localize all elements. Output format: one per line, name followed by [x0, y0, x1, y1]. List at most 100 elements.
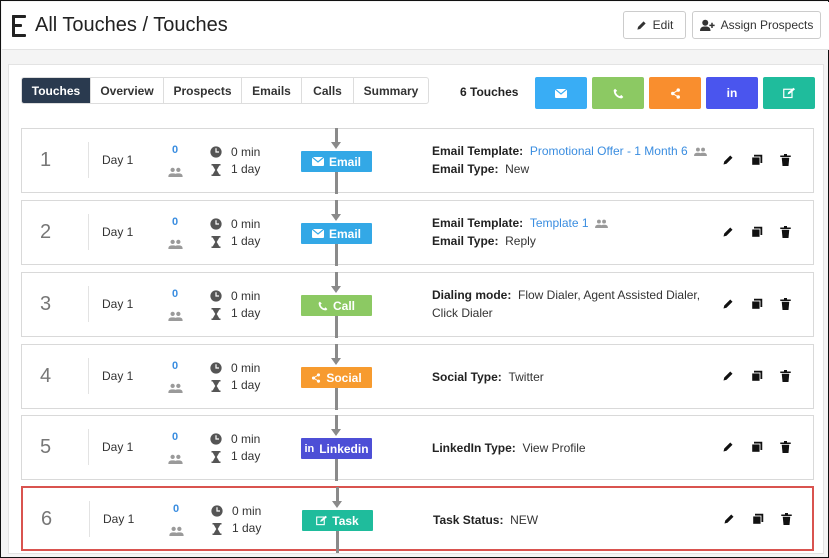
copy-icon: [751, 226, 763, 238]
touch-type-badge: Task: [302, 510, 373, 531]
add-call-touch-button[interactable]: [592, 77, 644, 109]
tab-summary[interactable]: Summary: [354, 78, 428, 103]
badge-label: Email: [328, 154, 361, 169]
touch-detail-line2: Email Type: New: [432, 162, 529, 176]
edit-button[interactable]: Edit: [623, 11, 686, 39]
touch-duration: 1 day: [232, 521, 262, 535]
clock-icon-wrap: [210, 289, 222, 307]
assign-prospects-button[interactable]: Assign Prospects: [692, 11, 821, 39]
edit-icon: [783, 87, 795, 99]
copy-touch-button[interactable]: [751, 225, 763, 243]
delete-touch-button[interactable]: [780, 440, 791, 458]
tab-emails[interactable]: Emails: [242, 78, 302, 103]
pencil-icon: [723, 155, 733, 165]
delete-touch-button[interactable]: [780, 369, 791, 387]
divider: [88, 358, 89, 394]
prospect-count[interactable]: 0: [172, 288, 178, 300]
delete-touch-button[interactable]: [780, 225, 791, 243]
edit-touch-button[interactable]: [722, 153, 734, 171]
touch-minutes: 0 min: [231, 289, 261, 303]
edit-touch-button[interactable]: [722, 225, 734, 243]
hourglass-icon-wrap: [212, 522, 222, 540]
prospects-icon-wrap: [169, 523, 184, 541]
clock-icon-wrap: [210, 217, 222, 235]
prospects-icon-wrap: [168, 451, 183, 469]
touch-row[interactable]: 4 Day 1 0 0 min 1 day Social Social Type: Twit…: [21, 344, 814, 410]
assign-button-label: Assign Prospects: [720, 18, 814, 32]
people-icon: [169, 526, 184, 536]
hourglass-icon-wrap: [211, 163, 221, 181]
tab-touches[interactable]: Touches: [22, 78, 91, 103]
detail-value[interactable]: Promotional Offer - 1 Month 6: [530, 144, 688, 158]
prospect-count[interactable]: 0: [172, 431, 178, 443]
trash-icon: [780, 226, 791, 238]
hourglass-icon: [211, 380, 221, 392]
flow-connector: [335, 172, 338, 194]
prospect-count[interactable]: 0: [173, 503, 179, 515]
touch-row[interactable]: 5 Day 1 0 0 min 1 day in Linkedin LinkedIn Type…: [21, 415, 814, 481]
clock-icon-wrap: [210, 432, 222, 450]
prospect-count[interactable]: 0: [172, 360, 178, 372]
touch-number: 4: [40, 365, 52, 387]
copy-touch-button[interactable]: [751, 369, 763, 387]
prospect-count[interactable]: 0: [172, 144, 178, 156]
add-task-touch-button[interactable]: [763, 77, 815, 109]
detail-value[interactable]: Template 1: [530, 216, 589, 230]
copy-touch-button[interactable]: [751, 297, 763, 315]
envelope-icon: [311, 229, 324, 238]
touch-row[interactable]: 1 Day 1 0 0 min 1 day Email Email Template: Pr…: [21, 128, 814, 194]
detail-value: View Profile: [522, 441, 586, 455]
divider: [88, 286, 89, 322]
tab-prospects[interactable]: Prospects: [164, 78, 242, 103]
touch-count: 6 Touches: [460, 85, 519, 99]
touch-type-badge: Social: [301, 367, 372, 388]
flow-arrow-icon: [331, 214, 341, 221]
badge-label: Email: [328, 226, 361, 241]
touch-number: 6: [41, 508, 53, 530]
prospect-count[interactable]: 0: [172, 216, 178, 228]
page-title: All Touches / Touches: [35, 14, 228, 36]
flow-connector: [335, 459, 338, 481]
edit-touch-button[interactable]: [723, 512, 735, 530]
touch-number: 5: [40, 436, 52, 458]
people-icon: [168, 383, 183, 393]
edit-touch-button[interactable]: [722, 369, 734, 387]
pencil-icon: [637, 20, 646, 30]
menu-logo-icon[interactable]: [12, 15, 26, 37]
edit-icon: [316, 515, 328, 526]
add-linkedin-touch-button[interactable]: in: [706, 77, 758, 109]
pencil-icon: [724, 514, 734, 524]
touch-row[interactable]: 2 Day 1 0 0 min 1 day Email Email Template: Te…: [21, 200, 814, 266]
touch-detail-line1: Task Status: NEW: [433, 513, 538, 527]
tab-overview[interactable]: Overview: [91, 78, 164, 103]
clock-icon: [210, 146, 222, 158]
touch-type-badge: Call: [301, 295, 372, 316]
delete-touch-button[interactable]: [781, 512, 792, 530]
flow-connector: [336, 531, 339, 553]
detail-label: Dialing mode:: [432, 288, 512, 302]
badge-label: Call: [332, 298, 355, 313]
touch-detail-line2: Click Dialer: [432, 306, 493, 320]
add-social-touch-button[interactable]: [649, 77, 701, 109]
tab-calls[interactable]: Calls: [302, 78, 354, 103]
row-actions: [722, 153, 791, 171]
hourglass-icon-wrap: [211, 450, 221, 468]
delete-touch-button[interactable]: [780, 297, 791, 315]
add-email-touch-button[interactable]: [535, 77, 587, 109]
touch-minutes: 0 min: [231, 432, 261, 446]
touch-row[interactable]: 3 Day 1 0 0 min 1 day Call Dialing mode: Flow …: [21, 272, 814, 338]
trash-icon: [780, 441, 791, 453]
delete-touch-button[interactable]: [780, 153, 791, 171]
touch-row[interactable]: 6 Day 1 0 0 min 1 day Task Task Status: NEW: [21, 486, 814, 553]
edit-touch-button[interactable]: [722, 440, 734, 458]
edit-touch-button[interactable]: [722, 297, 734, 315]
row-actions: [722, 225, 791, 243]
clock-icon: [211, 505, 223, 517]
detail-value: Click Dialer: [432, 306, 493, 320]
touch-minutes: 0 min: [231, 145, 261, 159]
badge-label: Task: [332, 513, 359, 528]
copy-touch-button[interactable]: [751, 153, 763, 171]
touch-minutes: 0 min: [231, 361, 261, 375]
copy-touch-button[interactable]: [752, 512, 764, 530]
copy-touch-button[interactable]: [751, 440, 763, 458]
